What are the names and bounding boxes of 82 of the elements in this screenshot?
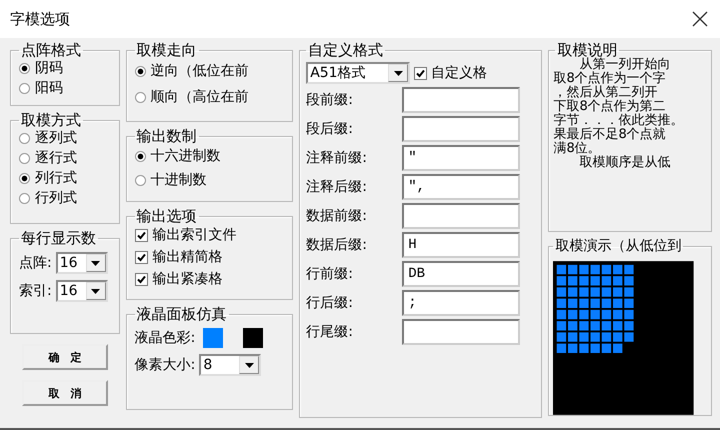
text-field[interactable]: ", (402, 174, 520, 200)
radio-button[interactable] (134, 92, 146, 102)
text-field[interactable]: H (402, 232, 520, 258)
caret-icon (91, 260, 100, 266)
color-swatch[interactable] (243, 328, 264, 348)
option-label: 行列式 (35, 189, 77, 207)
option-label: 列行式 (35, 169, 77, 187)
radio-button[interactable] (134, 174, 146, 186)
dialog-button[interactable]: 取 消 (22, 380, 108, 406)
option-label: 逐行式 (35, 149, 77, 167)
group-title: 取模演示（从低位到 (554, 238, 682, 254)
field-label: 数据前缀: (306, 207, 368, 225)
caret-icon (244, 362, 254, 368)
dropdown[interactable]: 8 (199, 354, 262, 376)
description-text: 取模顺序是从低 (578, 156, 672, 170)
radio-button[interactable] (19, 82, 30, 94)
group-title: 取模说明 (556, 42, 618, 58)
field-label: 液晶色彩: (134, 329, 196, 347)
option-label: 十六进制数 (150, 147, 221, 165)
field-label: 段前缀: (306, 91, 354, 109)
radio-button[interactable] (19, 172, 30, 184)
description-text: 下取8个点作为第二 (553, 100, 666, 114)
text-field[interactable]: " (402, 145, 520, 171)
window-title: 字模选项 (10, 10, 70, 28)
description-text: 从第一列开始向 (579, 58, 672, 72)
option-label: 输出精简格 (152, 248, 223, 266)
radio-button[interactable] (19, 132, 30, 144)
option-label: 阴码 (35, 59, 63, 77)
text-field[interactable] (402, 87, 520, 113)
group-title: 输出数制 (136, 128, 198, 144)
group-title: 输出选项 (136, 208, 198, 224)
field-label: 行前缀: (306, 265, 354, 283)
group-title: 液晶面板仿真 (136, 306, 228, 322)
description-text: ，然后从第二列开 (553, 86, 658, 100)
text-field[interactable]: DB (402, 261, 520, 287)
option-label: 输出索引文件 (152, 226, 237, 244)
checkbox[interactable] (134, 250, 148, 264)
caret-icon (394, 70, 403, 76)
dropdown[interactable]: 16 (56, 280, 108, 302)
checkbox[interactable] (134, 228, 148, 242)
radio-button[interactable] (134, 66, 146, 76)
option-label: 阳码 (35, 79, 63, 97)
radio-button[interactable] (19, 152, 30, 164)
description-text: 满8位。 (553, 142, 601, 156)
text-field[interactable] (402, 116, 520, 142)
field-label: 点阵: (19, 254, 52, 272)
option-label: 输出紧凑格 (152, 270, 223, 288)
option-label: 逐列式 (35, 129, 77, 147)
dialog-button[interactable]: 确 定 (22, 344, 108, 370)
field-label: 行后缀: (306, 294, 354, 312)
description-text: 果最后不足8个点就 (553, 128, 667, 142)
option-label: 顺向（高位在前 (150, 88, 249, 106)
group-title: 取模走向 (136, 42, 198, 58)
checkbox[interactable] (134, 272, 148, 286)
group-title: 取模方式 (20, 112, 82, 128)
caret-icon (91, 288, 100, 294)
description-text: 字节．．．依此类推。 (553, 114, 684, 128)
field-label: 行尾缀: (306, 323, 354, 341)
radio-button[interactable] (19, 62, 30, 74)
close-icon[interactable] (692, 11, 708, 27)
checkbox[interactable] (414, 66, 428, 80)
text-field[interactable] (402, 319, 520, 345)
color-swatch[interactable] (203, 328, 224, 348)
option-label: 十进制数 (150, 171, 207, 189)
field-label: 段后缀: (306, 120, 354, 138)
field-label: 注释前缀: (306, 149, 368, 167)
dropdown[interactable]: A51格式 (306, 62, 410, 84)
group-title: 点阵格式 (20, 42, 82, 58)
dropdown[interactable]: 16 (56, 252, 108, 274)
field-label: 数据后缀: (306, 236, 368, 254)
option-label: 逆向（低位在前 (150, 62, 249, 80)
field-label: 索引: (19, 282, 52, 300)
field-label: 像素大小: (134, 356, 196, 374)
group-title: 自定义格式 (307, 42, 384, 58)
text-field[interactable]: ; (402, 290, 520, 316)
radio-button[interactable] (19, 192, 30, 204)
field-label: 注释后缀: (306, 178, 368, 196)
radio-button[interactable] (134, 150, 146, 162)
description-text: 取8个点作为一个字 (553, 72, 667, 86)
text-field[interactable] (402, 203, 520, 229)
group-title: 每行显示数 (20, 230, 97, 246)
option-label: 自定义格 (431, 64, 488, 82)
